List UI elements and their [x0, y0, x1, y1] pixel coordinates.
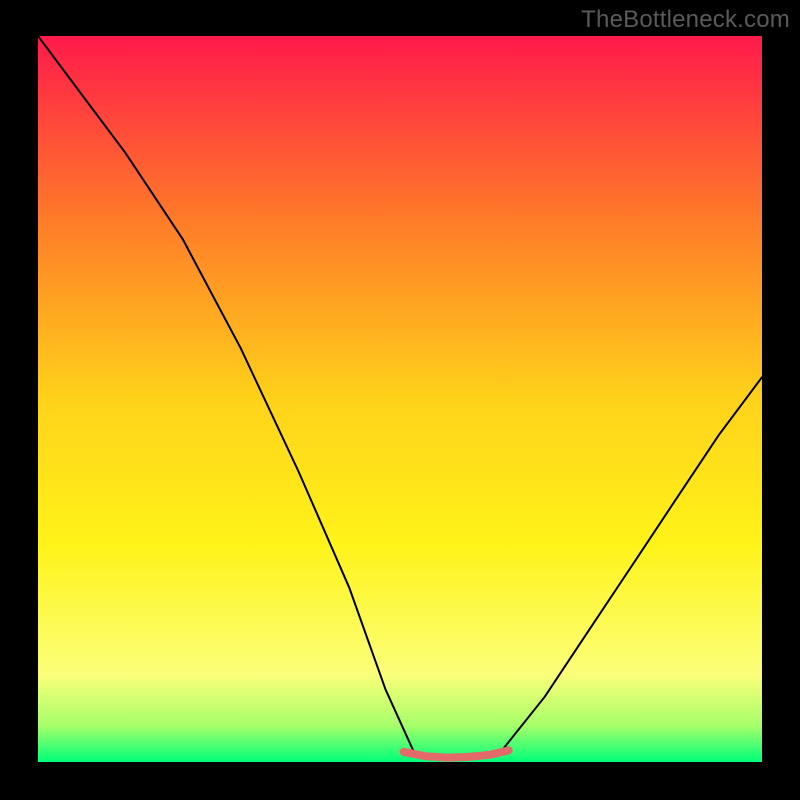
- watermark-text: TheBottleneck.com: [581, 6, 790, 34]
- bottleneck-chart: [0, 0, 800, 800]
- chart-frame: TheBottleneck.com: [0, 0, 800, 800]
- plot-background: [38, 36, 762, 762]
